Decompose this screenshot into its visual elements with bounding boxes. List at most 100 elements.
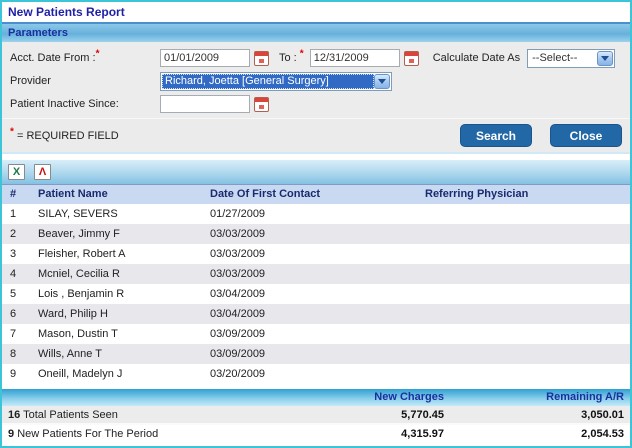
provider-row: Provider Richard, Joetta [General Surger… xyxy=(2,70,630,92)
date-of-first-contact: 03/03/2009 xyxy=(210,228,266,240)
referring-physician xyxy=(425,344,630,364)
patient-table-body: 1 SILAY, SEVERS 01/27/2009 2 Beaver, Jimmy F… xyxy=(2,204,630,384)
chevron-down-icon[interactable] xyxy=(374,73,390,89)
parameters-section-header: Parameters xyxy=(2,24,630,42)
total-remaining-ar-value: 3,050.01 xyxy=(581,409,624,421)
new-patients-period-text: New Patients For The Period xyxy=(17,428,159,440)
required-field-note-text: = REQUIRED FIELD xyxy=(16,129,119,142)
referring-physician xyxy=(425,224,630,244)
parameters-form: Acct. Date From :* To : * Calculate Date… xyxy=(2,42,630,118)
patient-name: Mcniel, Cecilia R xyxy=(38,268,120,280)
date-of-first-contact: 03/04/2009 xyxy=(210,308,266,320)
new-patients-period-count: 9 xyxy=(8,428,15,440)
patient-name: SILAY, SEVERS xyxy=(38,208,118,220)
required-asterisk: * xyxy=(10,125,14,137)
date-of-first-contact: 03/04/2009 xyxy=(210,288,266,300)
referring-physician xyxy=(425,264,630,284)
referring-physician xyxy=(425,204,630,224)
excel-glyph: X xyxy=(12,166,21,178)
date-to-input[interactable] xyxy=(309,49,400,67)
required-field-note: * = REQUIRED FIELD xyxy=(10,126,460,142)
patient-inactive-since-label: Patient Inactive Since: xyxy=(10,98,119,110)
totals-header-spacer xyxy=(8,389,294,406)
row-number: 5 xyxy=(10,288,17,300)
patient-name: Wills, Anne T xyxy=(38,348,102,360)
row-number: 8 xyxy=(10,348,17,360)
acct-date-row: Acct. Date From :* To : * Calculate Date… xyxy=(2,47,630,69)
new-patients-period-row: 9 New Patients For The Period 4,315.97 2… xyxy=(2,425,630,444)
row-number: 1 xyxy=(10,208,17,220)
calculate-date-as-value: --Select-- xyxy=(532,52,578,64)
row-number: 9 xyxy=(10,368,17,380)
table-row: 3 Fleisher, Robert A 03/03/2009 xyxy=(2,244,630,264)
date-of-first-contact: 03/03/2009 xyxy=(210,248,266,260)
date-of-first-contact: 03/09/2009 xyxy=(210,348,266,360)
patient-name: Lois , Benjamin R xyxy=(38,288,125,300)
column-header-referring-physician: Referring Physician xyxy=(425,188,529,200)
total-new-charges-value: 5,770.45 xyxy=(401,409,444,421)
chevron-down-icon[interactable] xyxy=(597,50,614,66)
row-number: 7 xyxy=(10,328,17,340)
provider-label: Provider xyxy=(10,75,51,87)
acct-date-from-label-text: Acct. Date From : xyxy=(10,52,96,64)
table-row: 1 SILAY, SEVERS 01/27/2009 xyxy=(2,204,630,224)
search-button[interactable]: Search xyxy=(460,124,532,147)
export-toolbar: X Λ xyxy=(2,160,630,184)
period-new-charges-value: 4,315.97 xyxy=(401,428,444,440)
actions-bar: * = REQUIRED FIELD Search Close xyxy=(2,118,630,152)
patient-name: Fleisher, Robert A xyxy=(38,248,126,260)
new-patients-period-label: 9 New Patients For The Period xyxy=(8,425,294,444)
patient-name: Oneill, Madelyn J xyxy=(38,368,123,380)
required-asterisk: * xyxy=(95,48,100,60)
date-of-first-contact: 01/27/2009 xyxy=(210,208,266,220)
table-row: 6 Ward, Philip H 03/04/2009 xyxy=(2,304,630,324)
calendar-icon[interactable] xyxy=(254,50,269,66)
new-patients-report-window: New Patients Report Parameters Acct. Dat… xyxy=(0,0,632,448)
table-row: 5 Lois , Benjamin R 03/04/2009 xyxy=(2,284,630,304)
export-pdf-icon[interactable]: Λ xyxy=(34,164,51,180)
period-remaining-ar-value: 2,054.53 xyxy=(581,428,624,440)
table-row: 2 Beaver, Jimmy F 03/03/2009 xyxy=(2,224,630,244)
pdf-glyph: Λ xyxy=(38,166,47,178)
row-number: 6 xyxy=(10,308,17,320)
page-title: New Patients Report xyxy=(2,2,630,24)
referring-physician xyxy=(425,324,630,344)
total-patients-seen-text: Total Patients Seen xyxy=(23,409,118,421)
new-charges-header: New Charges xyxy=(374,391,444,403)
calendar-icon[interactable] xyxy=(254,96,269,112)
calculate-date-as-label: Calculate Date As xyxy=(432,52,521,64)
date-from-input[interactable] xyxy=(160,49,250,67)
column-header-patient-name: Patient Name xyxy=(38,188,108,200)
patient-name: Mason, Dustin T xyxy=(38,328,118,340)
to-label: To : * xyxy=(279,49,304,64)
total-patients-seen-row: 16 Total Patients Seen 5,770.45 3,050.01 xyxy=(2,406,630,425)
referring-physician xyxy=(425,284,630,304)
total-patients-seen-count: 16 xyxy=(8,409,21,421)
patient-inactive-since-input[interactable] xyxy=(160,95,250,113)
patient-name: Ward, Philip H xyxy=(38,308,108,320)
close-button[interactable]: Close xyxy=(550,124,622,147)
row-number: 2 xyxy=(10,228,17,240)
column-header-date-of-first-contact: Date Of First Contact xyxy=(210,188,321,200)
date-of-first-contact: 03/09/2009 xyxy=(210,328,266,340)
acct-date-from-label: Acct. Date From :* xyxy=(10,49,160,64)
calculate-date-as-select[interactable]: --Select-- xyxy=(527,48,616,68)
provider-select[interactable]: Richard, Joetta [General Surgery] xyxy=(160,71,392,91)
table-row: 8 Wills, Anne T 03/09/2009 xyxy=(2,344,630,364)
export-excel-icon[interactable]: X xyxy=(8,164,25,180)
provider-selected-value: Richard, Joetta [General Surgery] xyxy=(162,73,374,89)
to-label-text: To : xyxy=(279,52,297,64)
totals-header: New Charges Remaining A/R xyxy=(2,389,630,406)
row-number: 4 xyxy=(10,268,17,280)
referring-physician xyxy=(425,304,630,324)
table-row: 7 Mason, Dustin T 03/09/2009 xyxy=(2,324,630,344)
referring-physician xyxy=(425,244,630,264)
calendar-icon[interactable] xyxy=(403,50,419,66)
table-row: 9 Oneill, Madelyn J 03/20/2009 xyxy=(2,364,630,384)
total-patients-seen-label: 16 Total Patients Seen xyxy=(8,406,294,425)
patient-table-header: # Patient Name Date Of First Contact Ref… xyxy=(2,184,630,204)
table-row: 4 Mcniel, Cecilia R 03/03/2009 xyxy=(2,264,630,284)
remaining-ar-header: Remaining A/R xyxy=(546,391,624,403)
date-of-first-contact: 03/03/2009 xyxy=(210,268,266,280)
patient-inactive-row: Patient Inactive Since: xyxy=(2,93,630,115)
